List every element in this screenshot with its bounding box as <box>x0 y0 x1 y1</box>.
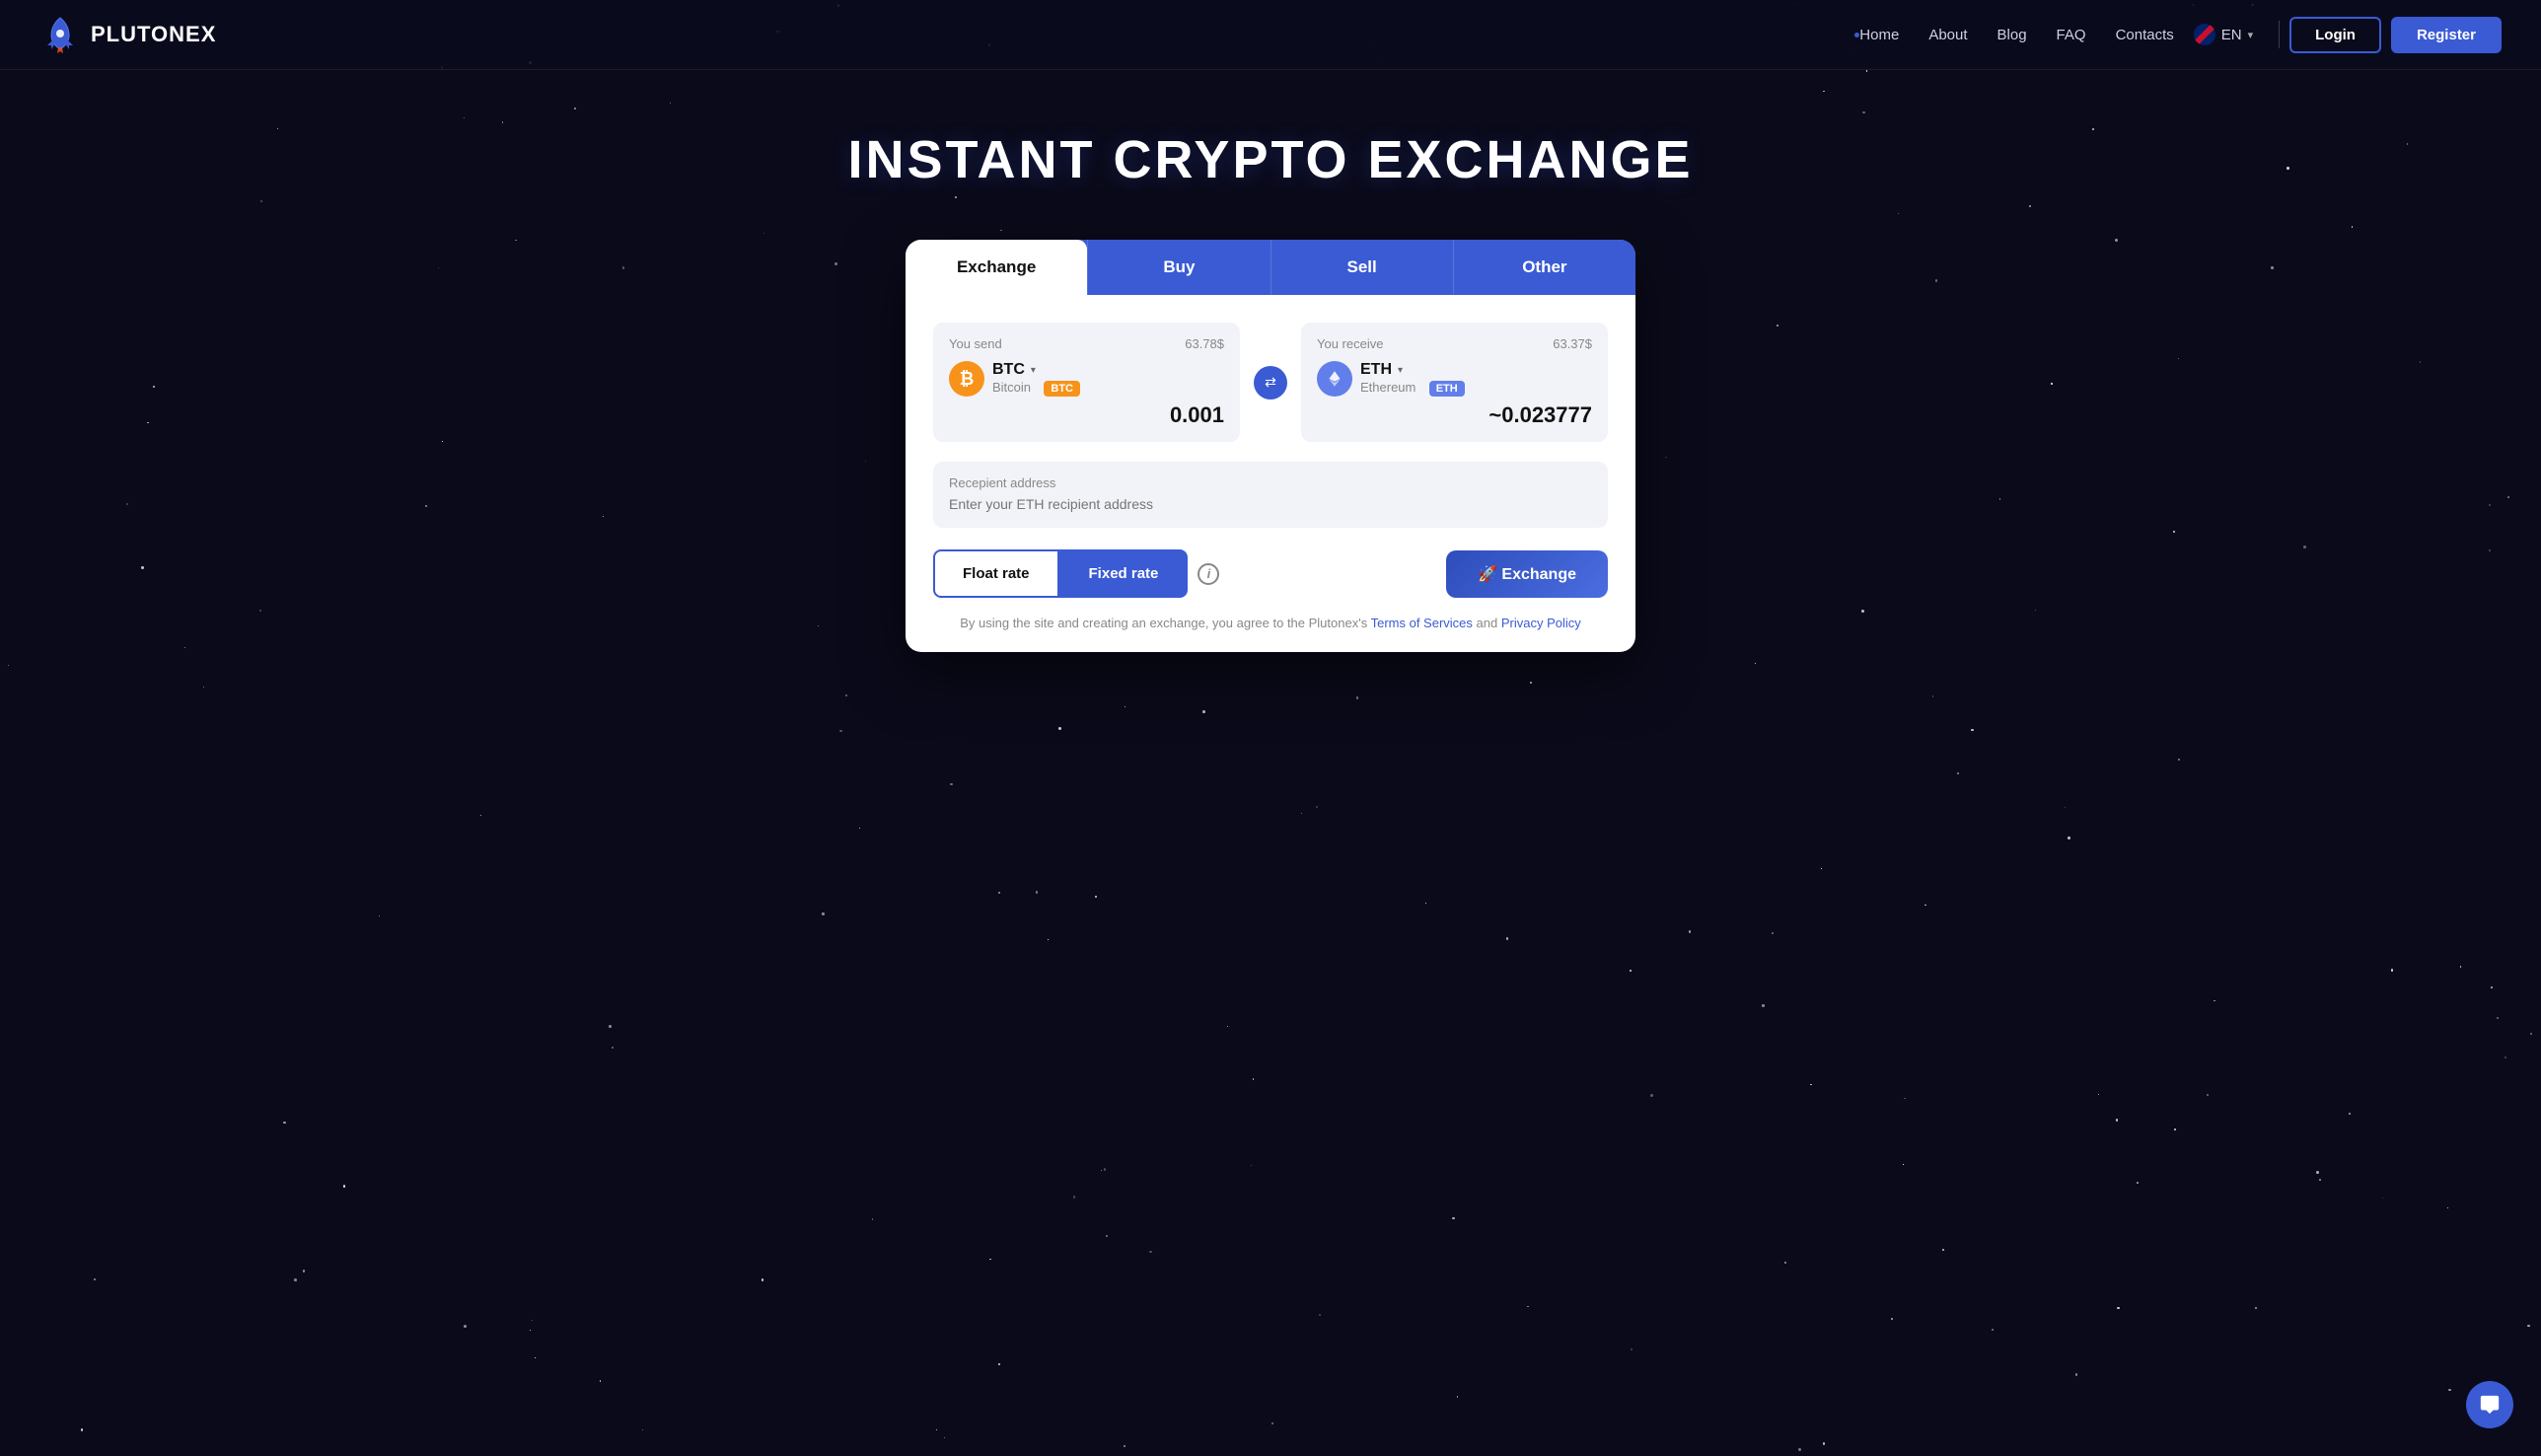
receive-currency-badge: ETH <box>1429 381 1465 397</box>
tab-buy[interactable]: Buy <box>1087 240 1270 295</box>
main-content: INSTANT CRYPTO EXCHANGE Exchange Buy Sel… <box>0 70 2541 692</box>
flag-icon <box>2194 24 2215 45</box>
nav-blog[interactable]: Blog <box>1997 27 2027 43</box>
terms-of-service-link[interactable]: Terms of Services <box>1371 616 1473 630</box>
float-rate-button[interactable]: Float rate <box>933 549 1059 598</box>
recipient-label: Recepient address <box>949 475 1592 490</box>
rate-row: Float rate Fixed rate i 🚀 Exchange <box>933 549 1608 598</box>
send-chevron-icon: ▾ <box>1031 365 1036 376</box>
receive-amount: ~0.023777 <box>1488 402 1592 428</box>
send-currency-name: Bitcoin <box>992 380 1031 395</box>
btc-icon: ₿ <box>949 361 984 397</box>
send-usd: 63.78$ <box>1185 336 1224 351</box>
tab-exchange[interactable]: Exchange <box>906 240 1087 295</box>
chat-button[interactable] <box>2466 1381 2513 1428</box>
receive-currency-select[interactable]: ETH ▾ Ethereum ETH <box>1317 361 1592 397</box>
nav-home[interactable]: Home <box>1859 27 1899 43</box>
send-currency-name-badge: Bitcoin BTC <box>992 379 1080 397</box>
receive-label-row: You receive 63.37$ <box>1317 336 1592 351</box>
nav-contacts[interactable]: Contacts <box>2116 27 2174 43</box>
info-icon[interactable]: i <box>1198 563 1219 585</box>
exchange-button[interactable]: 🚀 Exchange <box>1446 550 1608 598</box>
navbar: PLUTONEX Home About Blog FAQ Contacts EN… <box>0 0 2541 70</box>
hero-title: INSTANT CRYPTO EXCHANGE <box>847 129 1693 190</box>
send-currency-name-row: BTC ▾ <box>992 361 1080 379</box>
send-currency-info: BTC ▾ Bitcoin BTC <box>992 361 1080 397</box>
send-currency-symbol: BTC <box>992 361 1025 379</box>
tab-other[interactable]: Other <box>1453 240 1635 295</box>
terms-prefix: By using the site and creating an exchan… <box>960 616 1367 630</box>
send-label: You send <box>949 336 1002 351</box>
eth-icon <box>1317 361 1352 397</box>
exchange-fields: You send 63.78$ ₿ BTC ▾ Bitcoin <box>933 323 1608 442</box>
terms-and: and <box>1477 616 1498 630</box>
send-currency-select[interactable]: ₿ BTC ▾ Bitcoin BTC <box>949 361 1224 397</box>
chevron-down-icon: ▾ <box>2248 29 2254 41</box>
tab-sell[interactable]: Sell <box>1270 240 1453 295</box>
recipient-box: Recepient address <box>933 462 1608 528</box>
fixed-rate-button[interactable]: Fixed rate <box>1059 549 1189 598</box>
swap-button[interactable]: ⇄ <box>1254 366 1287 400</box>
nav-faq[interactable]: FAQ <box>2057 27 2086 43</box>
tabs-container: Exchange Buy Sell Other <box>906 240 1635 295</box>
site-name: PLUTONEX <box>91 22 216 47</box>
receive-field: You receive 63.37$ ETH ▾ <box>1301 323 1608 442</box>
receive-currency-name-row: ETH ▾ <box>1360 361 1465 379</box>
nav-about[interactable]: About <box>1928 27 1967 43</box>
receive-currency-symbol: ETH <box>1360 361 1392 379</box>
register-button[interactable]: Register <box>2391 17 2502 53</box>
rocket-icon <box>39 14 81 55</box>
send-amount-row: 0.001 <box>949 402 1224 428</box>
receive-chevron-icon: ▾ <box>1398 365 1403 376</box>
exchange-card: Exchange Buy Sell Other You send 63.78$ … <box>906 240 1635 652</box>
send-currency-badge: BTC <box>1044 381 1080 397</box>
language-label: EN <box>2221 27 2242 43</box>
terms-text: By using the site and creating an exchan… <box>933 616 1608 630</box>
nav-divider <box>2279 21 2280 48</box>
language-selector[interactable]: EN ▾ <box>2194 24 2253 45</box>
login-button[interactable]: Login <box>2289 17 2381 53</box>
send-amount: 0.001 <box>1170 402 1224 428</box>
recipient-input[interactable] <box>949 496 1592 512</box>
receive-amount-row: ~0.023777 <box>1317 402 1592 428</box>
nav-links: Home About Blog FAQ Contacts <box>1859 27 2173 43</box>
send-field: You send 63.78$ ₿ BTC ▾ Bitcoin <box>933 323 1240 442</box>
receive-label: You receive <box>1317 336 1383 351</box>
receive-usd: 63.37$ <box>1553 336 1592 351</box>
card-body: You send 63.78$ ₿ BTC ▾ Bitcoin <box>906 295 1635 652</box>
privacy-policy-link[interactable]: Privacy Policy <box>1501 616 1581 630</box>
chat-icon <box>2479 1394 2501 1416</box>
receive-currency-info: ETH ▾ Ethereum ETH <box>1360 361 1465 397</box>
receive-currency-name-badge: Ethereum ETH <box>1360 379 1465 397</box>
receive-currency-name: Ethereum <box>1360 380 1416 395</box>
logo[interactable]: PLUTONEX <box>39 14 216 55</box>
send-label-row: You send 63.78$ <box>949 336 1224 351</box>
